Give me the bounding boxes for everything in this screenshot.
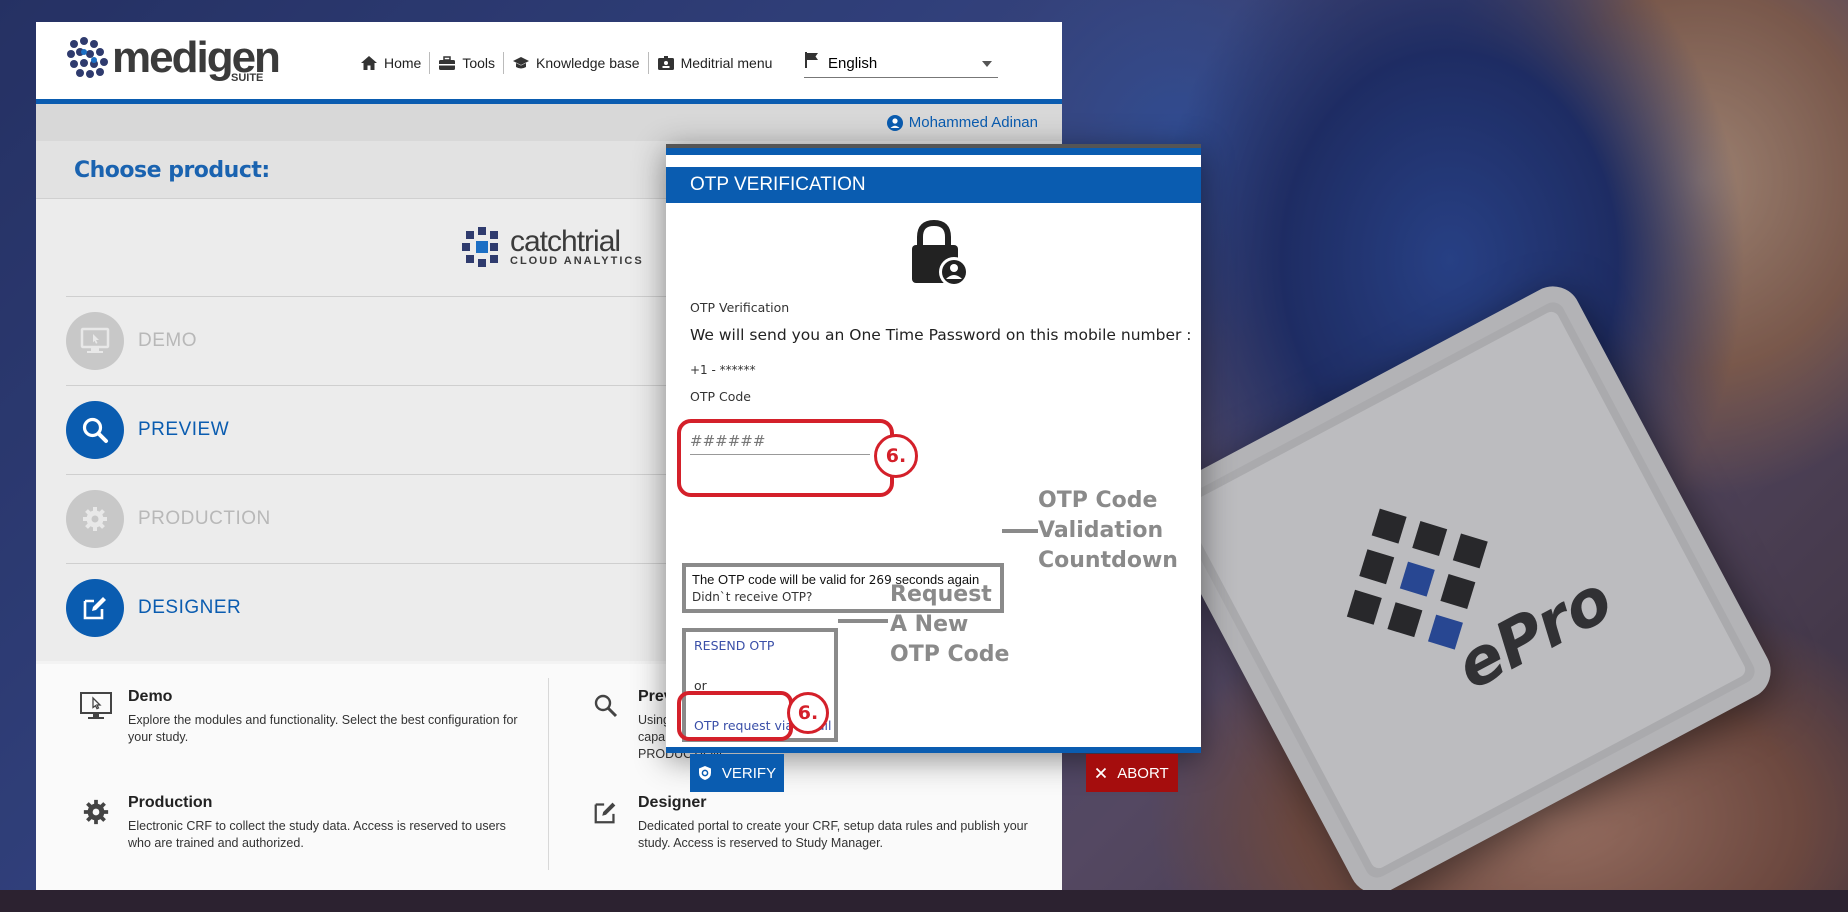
resend-note: Request A New OTP Code (890, 580, 1009, 670)
product-preview-label: PREVIEW (138, 419, 230, 440)
abort-button[interactable]: ABORT (1086, 754, 1178, 792)
medigen-logo-icon (67, 37, 108, 78)
nav-tools[interactable]: Tools (430, 52, 505, 74)
countdown-note-line-2: Validation (1038, 518, 1164, 543)
info-production-desc: Electronic CRF to collect the study data… (128, 819, 506, 850)
chevron-down-icon (982, 61, 992, 67)
language-selected: English (828, 55, 878, 72)
gear-icon (78, 794, 114, 830)
countdown-prefix: The OTP code will be valid for (692, 572, 866, 587)
verify-highlight (677, 691, 793, 741)
info-divider (548, 678, 549, 870)
product-production-label: PRODUCTION (138, 508, 271, 529)
search-icon (66, 401, 124, 459)
user-icon (886, 114, 903, 131)
countdown-value: 269 (868, 573, 892, 587)
product-designer-label: DESIGNER (138, 597, 242, 618)
otp-code-label: OTP Code (690, 389, 751, 404)
countdown-note: OTP Code Validation Countdown (1038, 486, 1178, 576)
user-menu[interactable]: Mohammed Adinan (886, 114, 1038, 131)
catchtrial-name: catchtrial (510, 225, 621, 258)
info-designer-title: Designer (638, 794, 707, 811)
nav-knowledge-base-label: Knowledge base (536, 55, 640, 71)
resend-note-line-3: OTP Code (890, 642, 1010, 667)
countdown-note-line (1002, 529, 1038, 533)
monitor-cursor-icon (78, 688, 114, 724)
home-icon (361, 56, 377, 70)
catchtrial-logo: catchtrial CLOUD ANALYTICS (460, 225, 644, 269)
flag-icon (805, 51, 818, 68)
product-demo-label: DEMO (138, 330, 197, 351)
nav-meditrial-menu[interactable]: Meditrial menu (649, 52, 781, 74)
edit-icon (588, 794, 624, 830)
edit-icon (66, 579, 124, 637)
info-demo: Demo Explore the modules and functionali… (78, 688, 528, 746)
toolbox-icon (439, 56, 456, 70)
monitor-cursor-icon (66, 312, 124, 370)
verify-button[interactable]: VERIFY (690, 754, 784, 792)
resend-note-line-1: Request (890, 582, 992, 607)
language-select[interactable]: English (804, 50, 998, 78)
otp-message: We will send you an One Time Password on… (690, 326, 1192, 344)
resend-otp-link[interactable]: RESEND OTP (694, 638, 774, 653)
page-title: Choose product: (74, 158, 270, 183)
nav-home[interactable]: Home (352, 52, 431, 74)
main-nav: Home Tools Knowledge base Meditrial menu (352, 52, 780, 74)
nav-home-label: Home (384, 55, 422, 71)
otp-input-highlight (677, 419, 894, 497)
shield-check-icon (698, 766, 711, 780)
graduation-cap-icon (513, 57, 530, 69)
modal-bottom-bar (666, 747, 1201, 753)
modal-title: OTP VERIFICATION (666, 167, 1201, 203)
close-icon (1096, 767, 1107, 779)
step-badge: 6. (787, 692, 829, 734)
countdown-note-line-1: OTP Code (1038, 488, 1158, 513)
step-badge: 6. (874, 434, 918, 478)
badge-icon (657, 56, 674, 70)
user-name: Mohammed Adinan (908, 114, 1038, 131)
catchtrial-logo-icon (462, 227, 498, 267)
nav-meditrial-menu-label: Meditrial menu (680, 55, 773, 71)
logo-suite: SUITE (231, 72, 264, 84)
countdown-note-line-3: Countdown (1038, 548, 1178, 573)
nav-tools-label: Tools (462, 55, 496, 71)
resend-note-line (838, 619, 888, 623)
info-production-title: Production (128, 794, 213, 811)
verify-label: VERIFY (721, 764, 777, 782)
user-lock-icon (912, 219, 969, 287)
info-demo-desc: Explore the modules and functionality. S… (128, 713, 518, 744)
resend-note-line-2: A New (890, 612, 969, 637)
top-bar: medigen SUITE Home Tools Knowledge base … (36, 22, 1062, 104)
info-demo-title: Demo (128, 688, 173, 705)
user-bar: Mohammed Adinan (36, 104, 1062, 141)
catchtrial-sub: CLOUD ANALYTICS (510, 255, 644, 267)
otp-phone: +1 - ****** (690, 363, 756, 377)
otp-subtitle: OTP Verification (690, 300, 790, 315)
gear-icon (66, 490, 124, 548)
modal-top-bar (666, 144, 1201, 155)
info-designer-desc: Dedicated portal to create your CRF, set… (638, 819, 1028, 850)
search-icon (588, 688, 624, 724)
info-production: Production Electronic CRF to collect the… (78, 794, 528, 852)
bottom-strip (0, 890, 1848, 912)
info-designer: Designer Dedicated portal to create your… (588, 794, 1033, 852)
abort-label: ABORT (1117, 764, 1169, 782)
nav-knowledge-base[interactable]: Knowledge base (504, 52, 649, 74)
